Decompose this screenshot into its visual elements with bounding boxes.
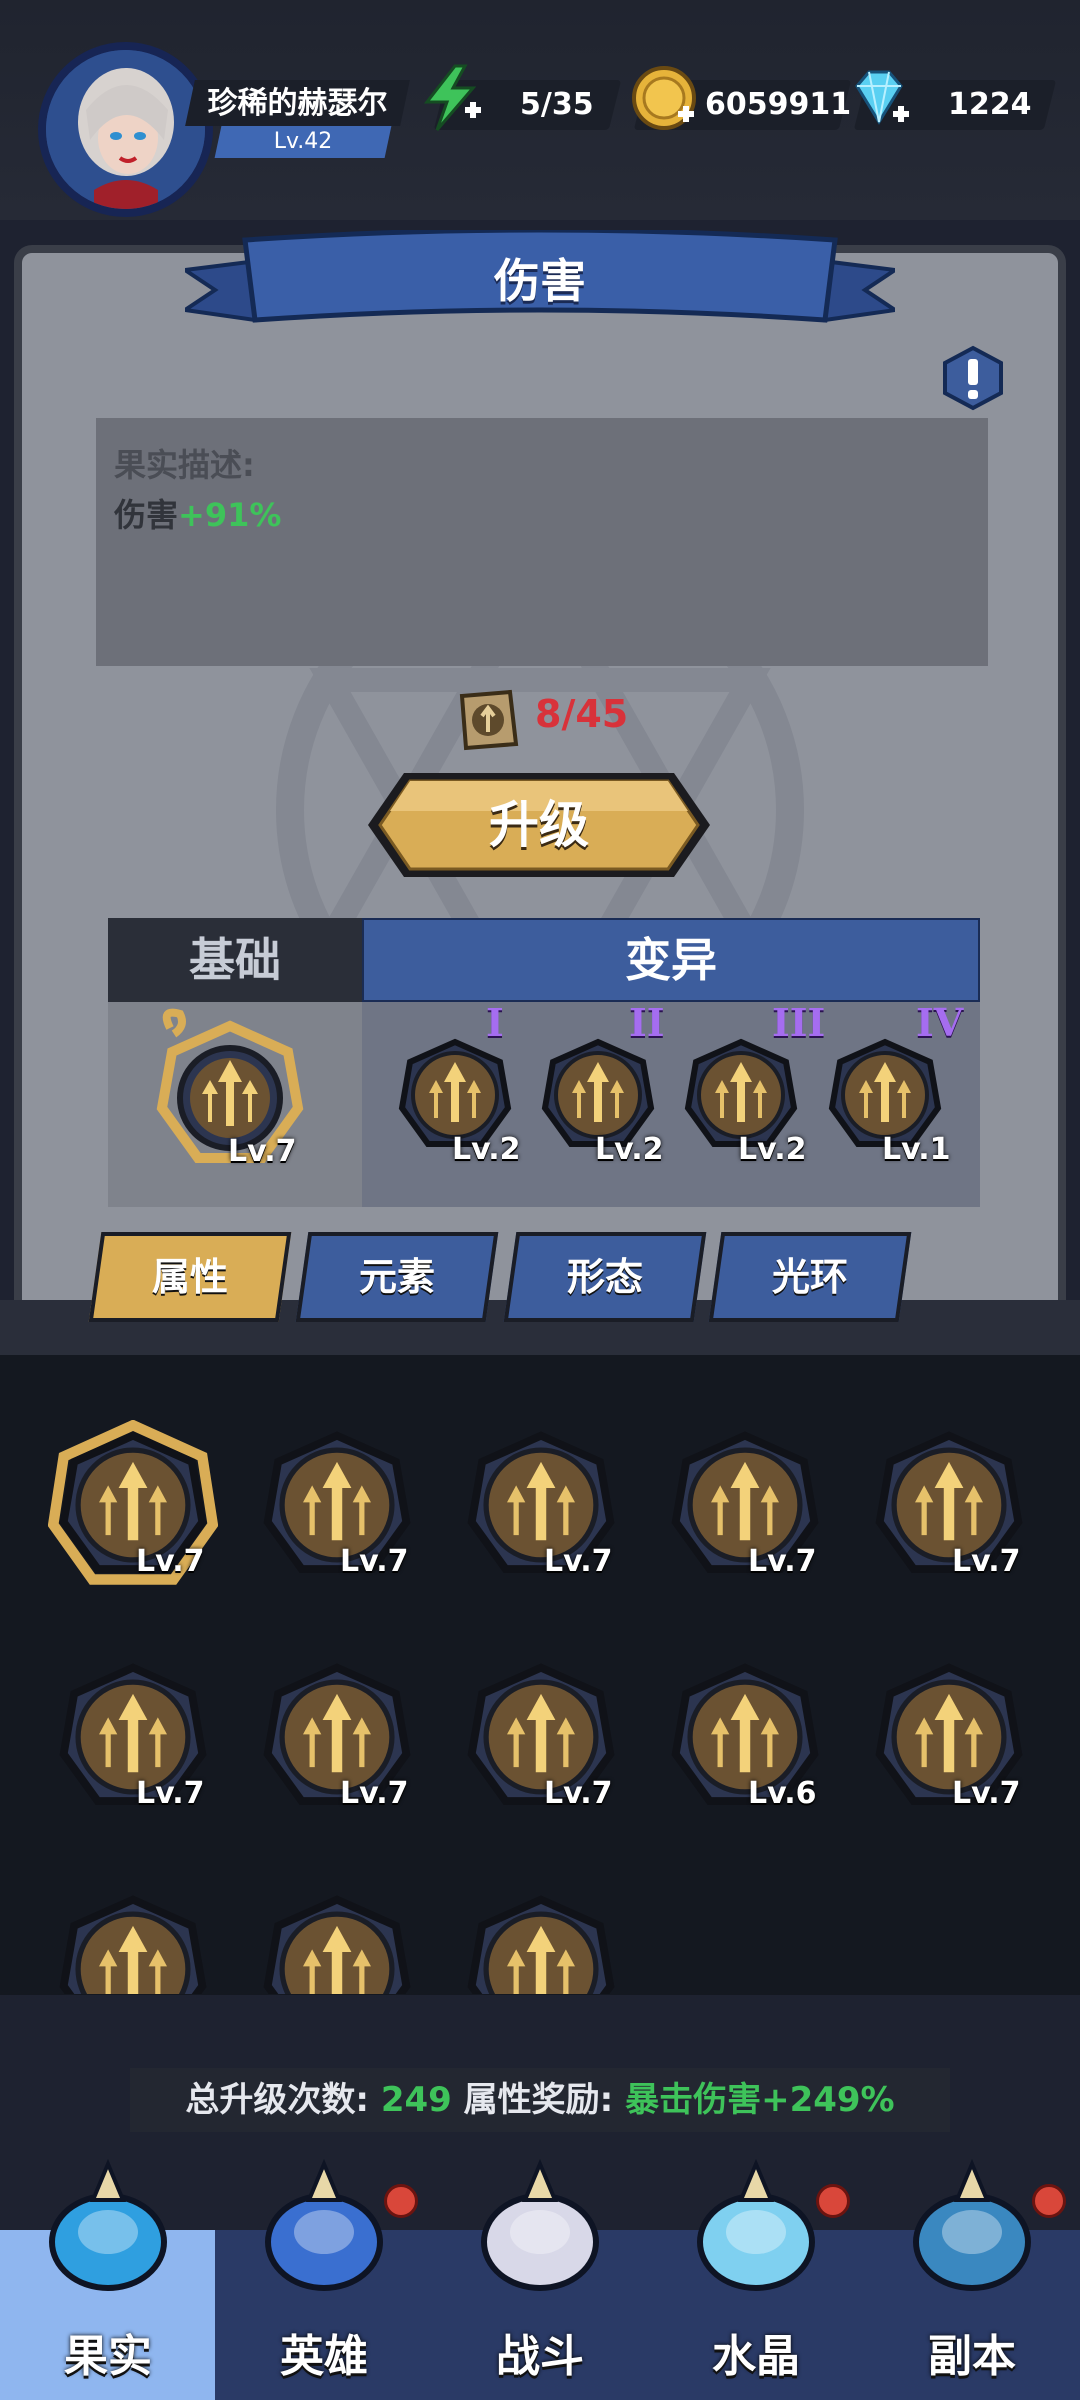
- portrait-icon: [46, 50, 205, 209]
- total-upgrades-value: 249: [380, 2080, 452, 2120]
- description-stat: 伤害: [114, 496, 179, 534]
- description-text: 伤害+91%: [114, 490, 281, 536]
- mutation-level: Lv.2: [738, 1132, 807, 1167]
- wizard-hat-icon: [265, 2158, 383, 2291]
- nav-sword-book[interactable]: 战斗: [432, 2320, 648, 2384]
- fruit-level: Lv.7: [544, 1776, 613, 1811]
- coin-value: 6059911: [705, 87, 852, 122]
- crystal-icon: [697, 2158, 815, 2291]
- mutation-level: Lv.2: [595, 1132, 664, 1167]
- player-name: 珍稀的赫瑟尔: [207, 86, 388, 121]
- panel-title: 伤害: [494, 254, 586, 308]
- portal-icon: [913, 2158, 1031, 2291]
- mutation-skill-3[interactable]: III Lv.2: [676, 1000, 825, 1167]
- mutation-skill-4[interactable]: IV Lv.1: [820, 1000, 963, 1167]
- crack-icon: [263, 1895, 411, 1994]
- lightning-shard-icon: [467, 1895, 615, 1994]
- diamond-icon[interactable]: [843, 62, 915, 134]
- fruit-item[interactable]: Lv.7: [252, 1652, 422, 1832]
- fruit-item[interactable]: Lv.6: [660, 1652, 830, 1832]
- fruit-item[interactable]: Lv.7: [252, 1420, 422, 1600]
- mutation-level: Lv.2: [452, 1132, 521, 1167]
- mutation-tier: I: [486, 1000, 504, 1045]
- fruit-item[interactable]: Lv.7: [48, 1652, 218, 1832]
- nav-fruit[interactable]: 果实: [0, 2320, 216, 2384]
- bonus-value: 暴击伤害+249%: [625, 2080, 895, 2120]
- fruit-item[interactable]: Lv.7: [48, 1420, 218, 1600]
- mutation-tier: III: [772, 1000, 826, 1045]
- tab-base[interactable]: 基础: [108, 918, 362, 1002]
- fruit-level: Lv.7: [340, 1776, 409, 1811]
- description-label: 果实描述:: [114, 446, 255, 484]
- fruit-level: Lv.7: [544, 1544, 613, 1579]
- coin-icon[interactable]: [628, 62, 700, 134]
- gem-value: 1224: [948, 87, 1032, 122]
- tab-mutation[interactable]: 变异: [362, 918, 980, 1002]
- lightning-icon[interactable]: [415, 62, 487, 134]
- sword-book-icon: [481, 2158, 599, 2291]
- bonus-label: 属性奖励:: [463, 2080, 614, 2120]
- fruit-item[interactable]: [456, 1884, 626, 1994]
- burst-icon: [59, 1895, 207, 1994]
- nav-crystal[interactable]: 水晶: [648, 2320, 864, 2384]
- tab-aura[interactable]: 光环: [715, 1232, 905, 1322]
- mutation-level: Lv.1: [882, 1132, 951, 1167]
- mutation-skill-1[interactable]: I Lv.2: [390, 1000, 521, 1167]
- player-avatar[interactable]: [38, 42, 213, 217]
- fruit-item[interactable]: [252, 1884, 422, 1994]
- description-value: +91%: [178, 496, 282, 534]
- fruit-item[interactable]: Lv.7: [864, 1420, 1034, 1600]
- notification-badge: [1032, 2184, 1066, 2218]
- fruit-item[interactable]: Lv.7: [456, 1652, 626, 1832]
- fruit-item[interactable]: [48, 1884, 218, 1994]
- base-skill-level: Lv.7: [228, 1134, 297, 1169]
- mutation-skill-2[interactable]: II Lv.2: [533, 1000, 665, 1167]
- mutation-tier: II: [629, 1000, 665, 1045]
- fruit-level: Lv.7: [952, 1544, 1021, 1579]
- player-level: Lv.42: [273, 129, 333, 154]
- fruit-item[interactable]: Lv.7: [456, 1420, 626, 1600]
- mutation-tier: IV: [916, 1000, 964, 1045]
- total-upgrades-label: 总升级次数:: [185, 2080, 369, 2120]
- fruit-item[interactable]: Lv.7: [660, 1420, 830, 1600]
- fruit-level: Lv.6: [748, 1776, 817, 1811]
- upgrade-cost: 8/45: [535, 692, 629, 736]
- fruit-level: Lv.7: [136, 1544, 205, 1579]
- energy-value: 5/35: [520, 87, 594, 122]
- fruit-level: Lv.7: [952, 1776, 1021, 1811]
- notification-badge: [384, 2184, 418, 2218]
- upgrade-button[interactable]: 升级: [364, 765, 714, 885]
- info-icon[interactable]: [940, 345, 1006, 411]
- tab-form[interactable]: 形态: [510, 1232, 700, 1322]
- fruit-level: Lv.7: [340, 1544, 409, 1579]
- nav-wizard-hat[interactable]: 英雄: [216, 2320, 432, 2384]
- fruit-level: Lv.7: [748, 1544, 817, 1579]
- tab-element[interactable]: 元素: [302, 1232, 492, 1322]
- tab-attribute[interactable]: 属性: [95, 1232, 285, 1322]
- upgrade-summary: 总升级次数: 249 属性奖励: 暴击伤害+249%: [130, 2068, 950, 2132]
- nav-portal[interactable]: 副本: [864, 2320, 1080, 2384]
- fruit-icon: [49, 2158, 167, 2291]
- scroll-token-icon: [459, 689, 519, 751]
- fruit-level: Lv.7: [136, 1776, 205, 1811]
- fruit-item[interactable]: Lv.7: [864, 1652, 1034, 1832]
- notification-badge: [816, 2184, 850, 2218]
